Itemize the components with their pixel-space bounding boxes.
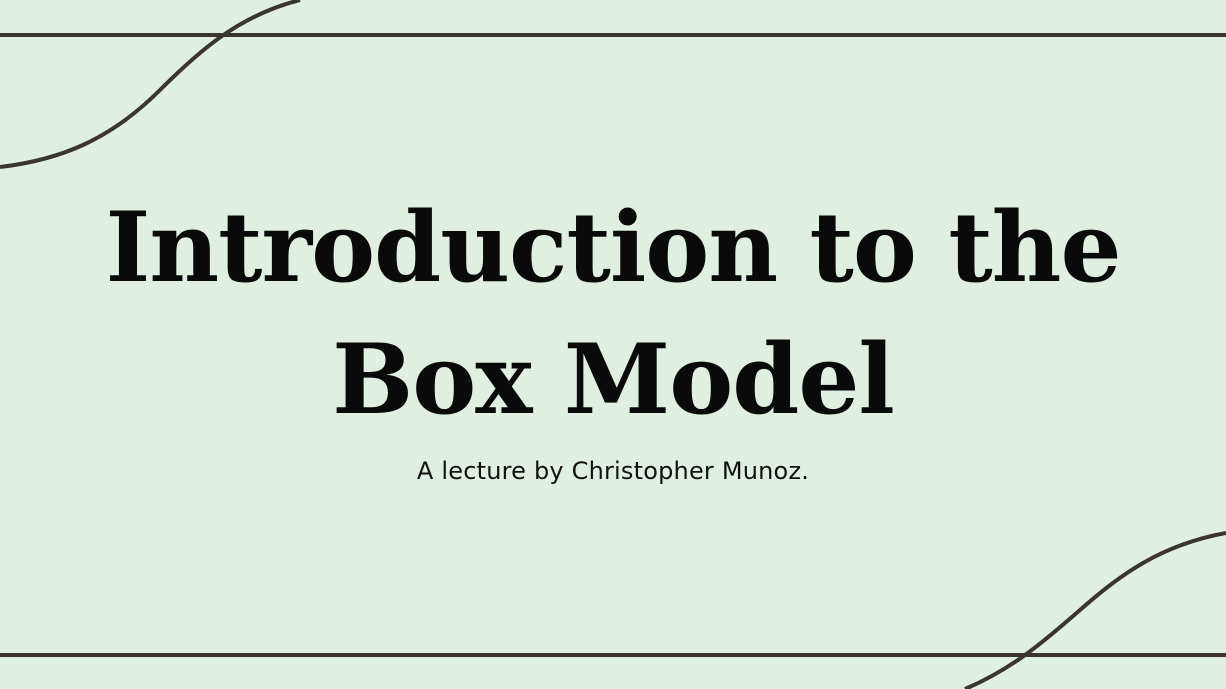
subtitle: A lecture by Christopher Munoz.: [416, 457, 810, 485]
title-line-2: Box Model: [332, 323, 895, 436]
bottom-right-curve: [964, 531, 1226, 689]
title-line-1: Introduction to the: [105, 191, 1121, 304]
slide: Introduction to the Box Model A lecture …: [0, 0, 1226, 689]
top-left-curve: [0, 0, 301, 169]
